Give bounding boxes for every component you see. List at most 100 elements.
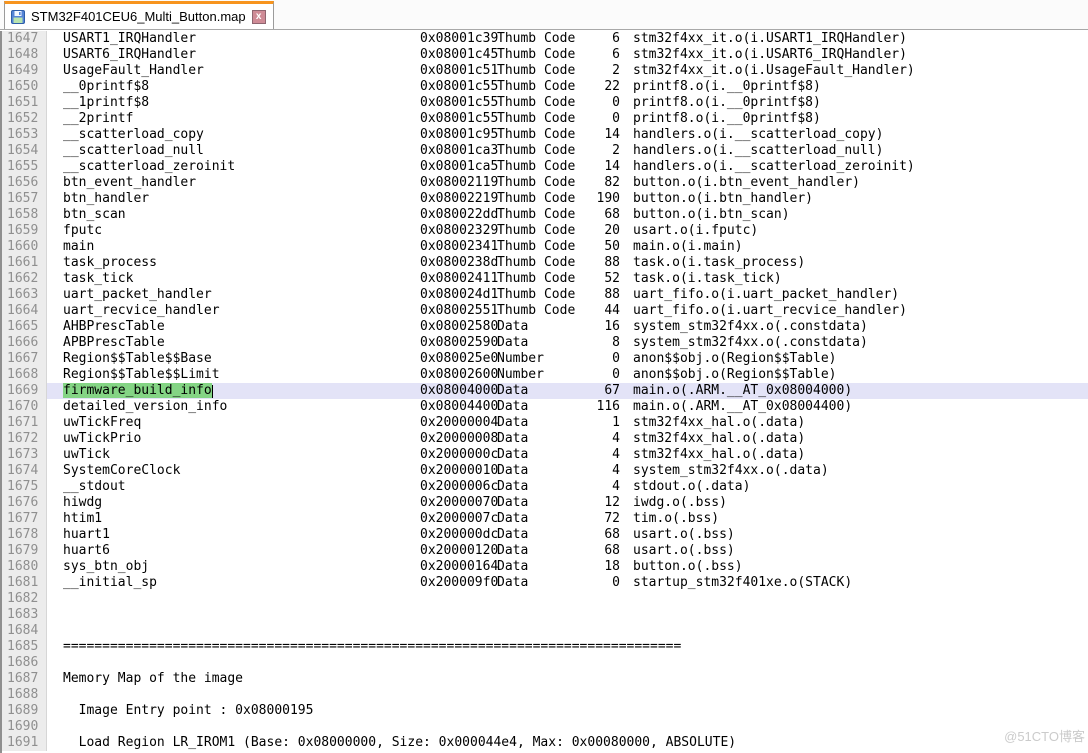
line-number: 1664 (2, 303, 47, 319)
map-symbol-row[interactable]: 1652 __2printf 0x08001c55 Thumb Code 0 printf… (2, 111, 1088, 127)
map-symbol-row[interactable]: 1662 task_tick 0x08002411 Thumb Code 52 task.… (2, 271, 1088, 287)
line-content[interactable]: uart_packet_handler 0x080024d1 Thumb Code 8… (47, 287, 1088, 303)
map-symbol-row[interactable]: 1668 Region$$Table$$Limit 0x08002600 Number… (2, 367, 1088, 383)
map-symbol-row[interactable]: 1678 huart1 0x200000dc Data 68 usart.o(.bss) (2, 527, 1088, 543)
line-content[interactable]: btn_event_handler 0x08002119 Thumb Code 82 b… (47, 175, 1088, 191)
map-symbol-row[interactable]: 1665 AHBPrescTable 0x08002580 Data 16 system_… (2, 319, 1088, 335)
map-symbol-row[interactable]: 1671 uwTickFreq 0x20000004 Data 1 stm32f4xx_h… (2, 415, 1088, 431)
map-symbol-row[interactable]: 1672 uwTickPrio 0x20000008 Data 4 stm32f4xx_h… (2, 431, 1088, 447)
map-text-row[interactable]: 1690 (2, 719, 1088, 735)
line-content[interactable]: uwTickFreq 0x20000004 Data 1 stm32f4xx_hal.o… (47, 415, 1088, 431)
line-content[interactable]: huart6 0x20000120 Data 68 usart.o(.bss) (47, 543, 1088, 559)
line-content[interactable]: huart1 0x200000dc Data 68 usart.o(.bss) (47, 527, 1088, 543)
map-symbol-row[interactable]: 1670 detailed_version_info 0x08004400 Data 1… (2, 399, 1088, 415)
map-text-row[interactable]: 1685 ====================================… (2, 639, 1088, 655)
text-line: Memory Map of the image (63, 671, 244, 686)
line-content[interactable]: Memory Map of the image (47, 671, 1088, 687)
map-symbol-row[interactable]: 1651 __1printf$8 0x08001c55 Thumb Code 0 prin… (2, 95, 1088, 111)
line-content[interactable]: USART6_IRQHandler 0x08001c45 Thumb Code 6st… (47, 47, 1088, 63)
map-symbol-row[interactable]: 1675 __stdout 0x2000006c Data 4 stdout.o(.dat… (2, 479, 1088, 495)
map-symbol-row[interactable]: 1667 Region$$Table$$Base 0x080025e0 Number 0… (2, 351, 1088, 367)
map-symbol-row[interactable]: 1647 USART1_IRQHandler 0x08001c39 Thumb Cod… (2, 31, 1088, 47)
tab-close-icon[interactable]: x (251, 9, 266, 24)
line-content[interactable]: __1printf$8 0x08001c55 Thumb Code 0 printf8.… (47, 95, 1088, 111)
line-content[interactable]: Region$$Table$$Base 0x080025e0 Number 0 anon… (47, 351, 1088, 367)
map-symbol-row[interactable]: 1680 sys_btn_obj 0x20000164 Data 18 button.o(… (2, 559, 1088, 575)
line-content[interactable]: uwTickPrio 0x20000008 Data 4 stm32f4xx_hal.o… (47, 431, 1088, 447)
line-content[interactable]: Image Entry point : 0x08000195 (47, 703, 1088, 719)
map-symbol-row[interactable]: 1658 btn_scan 0x080022dd Thumb Code 68 button… (2, 207, 1088, 223)
map-symbol-row[interactable]: 1663 uart_packet_handler 0x080024d1 Thumb C… (2, 287, 1088, 303)
symbol-size: 6 (612, 31, 620, 46)
map-editor[interactable]: 1647 USART1_IRQHandler 0x08001c39 Thumb Cod… (0, 31, 1088, 753)
line-content[interactable]: ========================================… (47, 639, 1088, 655)
map-symbol-row[interactable]: 1676 hiwdg 0x20000070 Data 12 iwdg.o(.bss) (2, 495, 1088, 511)
symbol-name: __2printf (63, 111, 134, 126)
map-symbol-row[interactable]: 1654 __scatterload_null 0x08001ca3 Thumb Co… (2, 143, 1088, 159)
map-symbol-row[interactable]: 1650 __0printf$8 0x08001c55 Thumb Code 22 pri… (2, 79, 1088, 95)
line-content[interactable]: SystemCoreClock 0x20000010 Data 4 system_stm… (47, 463, 1088, 479)
line-content[interactable]: Load Region LR_IROM1 (Base: 0x08000000, … (47, 735, 1088, 751)
line-content[interactable] (47, 607, 1088, 623)
map-symbol-row[interactable]: 1653 __scatterload_copy 0x08001c95 Thumb Co… (2, 127, 1088, 143)
line-content[interactable]: AHBPrescTable 0x08002580 Data 16 system_stm3… (47, 319, 1088, 335)
line-content[interactable]: task_tick 0x08002411 Thumb Code 52 task.o(i.… (47, 271, 1088, 287)
map-text-row[interactable]: 1686 (2, 655, 1088, 671)
map-file-viewer: STM32F401CEU6_Multi_Button.map x 1647 USA… (0, 0, 1088, 753)
map-symbol-row[interactable]: 1661 task_process 0x0800238d Thumb Code 88 ta… (2, 255, 1088, 271)
line-content[interactable]: __scatterload_copy 0x08001c95 Thumb Code 14… (47, 127, 1088, 143)
map-symbol-row[interactable]: 1673 uwTick 0x2000000c Data 4 stm32f4xx_hal.o… (2, 447, 1088, 463)
line-content[interactable]: Region$$Table$$Limit 0x08002600 Number 0 ano… (47, 367, 1088, 383)
map-text-row[interactable]: 1689 Image Entry point : 0x08000195 (2, 703, 1088, 719)
line-content[interactable]: btn_handler 0x08002219 Thumb Code 190 button… (47, 191, 1088, 207)
map-symbol-row[interactable]: 1681 __initial_sp 0x200009f0 Data 0 startup_s… (2, 575, 1088, 591)
line-content[interactable]: main 0x08002341 Thumb Code 50 main.o(i.main) (47, 239, 1088, 255)
map-symbol-row[interactable]: 1660 main 0x08002341 Thumb Code 50 main.o(i.m… (2, 239, 1088, 255)
line-content[interactable]: __0printf$8 0x08001c55 Thumb Code 22 printf8… (47, 79, 1088, 95)
map-text-row[interactable]: 1684 (2, 623, 1088, 639)
line-content[interactable]: uwTick 0x2000000c Data 4 stm32f4xx_hal.o(.da… (47, 447, 1088, 463)
map-text-row[interactable]: 1691 Load Region LR_IROM1 (Base: 0x08000… (2, 735, 1088, 751)
map-symbol-row[interactable]: 1656 btn_event_handler 0x08002119 Thumb Cod… (2, 175, 1088, 191)
line-content[interactable]: btn_scan 0x080022dd Thumb Code 68 button.o(i… (47, 207, 1088, 223)
map-text-row[interactable]: 1682 (2, 591, 1088, 607)
map-symbol-row[interactable]: 1649 UsageFault_Handler 0x08001c51 Thumb Co… (2, 63, 1088, 79)
line-content[interactable] (47, 655, 1088, 671)
line-content[interactable]: UsageFault_Handler 0x08001c51 Thumb Code 2 s… (47, 63, 1088, 79)
line-content[interactable]: USART1_IRQHandler 0x08001c39 Thumb Code 6st… (47, 31, 1088, 47)
line-content[interactable]: htim1 0x2000007c Data 72 tim.o(.bss) (47, 511, 1088, 527)
map-symbol-row[interactable]: 1674 SystemCoreClock 0x20000010 Data 4 system… (2, 463, 1088, 479)
line-content[interactable]: sys_btn_obj 0x20000164 Data 18 button.o(.bss… (47, 559, 1088, 575)
line-content[interactable] (47, 687, 1088, 703)
map-symbol-row[interactable]: 1679 huart6 0x20000120 Data 68 usart.o(.bss) (2, 543, 1088, 559)
line-number: 1689 (2, 703, 47, 719)
map-symbol-row[interactable]: 1669 firmware_build_info 0x08004000 Data 67 m… (2, 383, 1088, 399)
line-content[interactable] (47, 623, 1088, 639)
line-content[interactable]: APBPrescTable 0x08002590 Data 8 system_stm32… (47, 335, 1088, 351)
line-content[interactable]: detailed_version_info 0x08004400 Data 116 ma… (47, 399, 1088, 415)
map-text-row[interactable]: 1688 (2, 687, 1088, 703)
line-content[interactable]: fputc 0x08002329 Thumb Code 20 usart.o(i.fpu… (47, 223, 1088, 239)
line-content[interactable]: __stdout 0x2000006c Data 4 stdout.o(.data) (47, 479, 1088, 495)
tab-map-file[interactable]: STM32F401CEU6_Multi_Button.map x (4, 1, 274, 29)
map-symbol-row[interactable]: 1655 __scatterload_zeroinit 0x08001ca5 Thum… (2, 159, 1088, 175)
map-symbol-row[interactable]: 1677 htim1 0x2000007c Data 72 tim.o(.bss) (2, 511, 1088, 527)
map-text-row[interactable]: 1687 Memory Map of the image (2, 671, 1088, 687)
map-text-row[interactable]: 1683 (2, 607, 1088, 623)
line-content[interactable]: __scatterload_zeroinit 0x08001ca5 Thumb Co… (47, 159, 1088, 175)
symbol-object: usart.o(i.fputc) (633, 223, 759, 238)
line-content[interactable] (47, 591, 1088, 607)
map-symbol-row[interactable]: 1664 uart_recvice_handler 0x08002551 Thumb … (2, 303, 1088, 319)
line-content[interactable]: __scatterload_null 0x08001ca3 Thumb Code 2 h… (47, 143, 1088, 159)
line-content[interactable]: task_process 0x0800238d Thumb Code 88 task.o… (47, 255, 1088, 271)
line-content[interactable]: uart_recvice_handler 0x08002551 Thumb Code… (47, 303, 1088, 319)
map-symbol-row[interactable]: 1648 USART6_IRQHandler 0x08001c45 Thumb Cod… (2, 47, 1088, 63)
map-symbol-row[interactable]: 1659 fputc 0x08002329 Thumb Code 20 usart.o(i… (2, 223, 1088, 239)
line-content[interactable]: firmware_build_info 0x08004000 Data 67 main.… (47, 383, 1088, 399)
line-content[interactable]: __initial_sp 0x200009f0 Data 0 startup_stm32… (47, 575, 1088, 591)
map-symbol-row[interactable]: 1657 btn_handler 0x08002219 Thumb Code 190 bu… (2, 191, 1088, 207)
map-symbol-row[interactable]: 1666 APBPrescTable 0x08002590 Data 8 system_s… (2, 335, 1088, 351)
line-content[interactable]: hiwdg 0x20000070 Data 12 iwdg.o(.bss) (47, 495, 1088, 511)
line-content[interactable] (47, 719, 1088, 735)
line-content[interactable]: __2printf 0x08001c55 Thumb Code 0 printf8.o(… (47, 111, 1088, 127)
